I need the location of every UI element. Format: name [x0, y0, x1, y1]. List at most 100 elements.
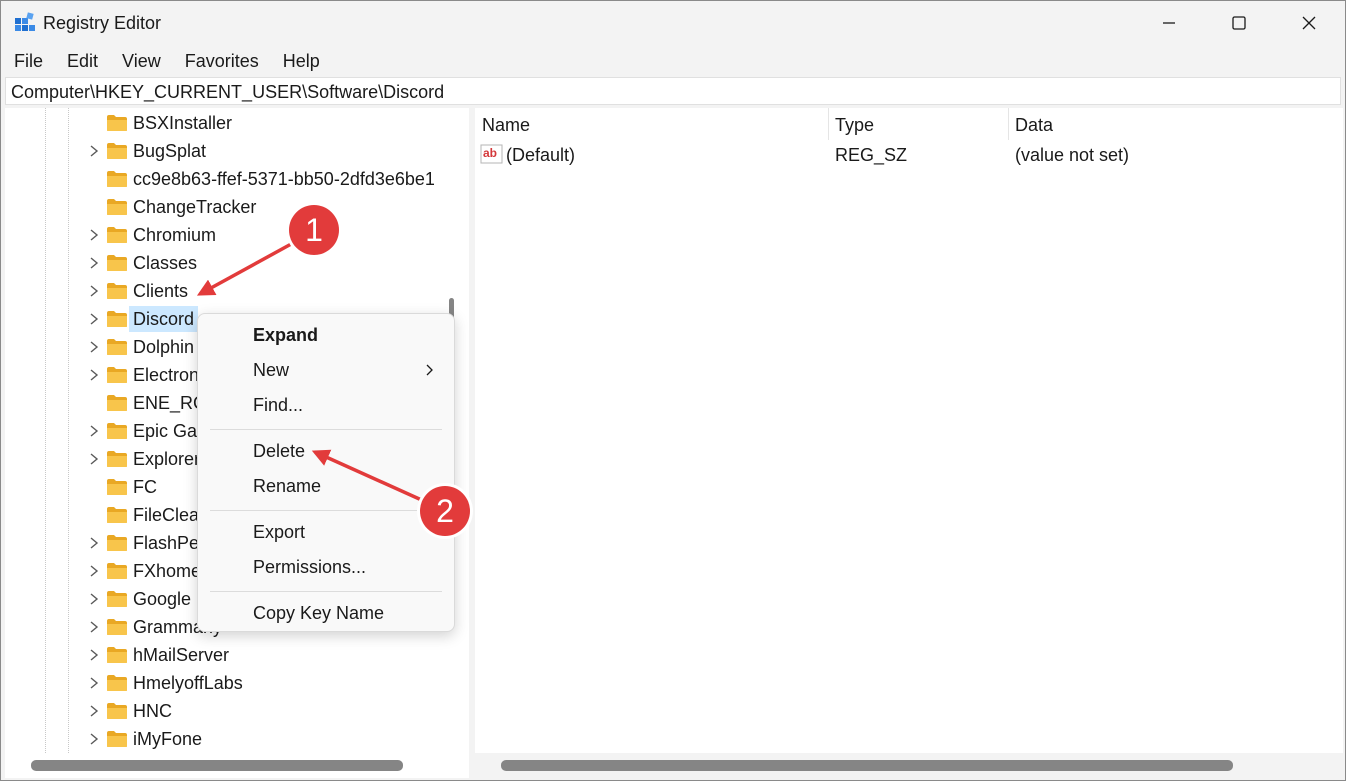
- tree-item[interactable]: HNC: [5, 697, 445, 725]
- menu-help[interactable]: Help: [271, 47, 332, 75]
- tree-item[interactable]: Clients: [5, 277, 445, 305]
- tree-item[interactable]: iMyFone: [5, 725, 445, 753]
- tree-item-label: Electron: [133, 365, 200, 385]
- menu-file[interactable]: File: [1, 47, 55, 75]
- context-menu-label: Export: [253, 522, 306, 542]
- chevron-right-icon[interactable]: [87, 562, 101, 580]
- folder-icon: [107, 143, 127, 159]
- context-menu-label: Find...: [253, 395, 304, 415]
- column-header-data[interactable]: Data: [1015, 114, 1053, 142]
- folder-icon: [107, 283, 127, 299]
- tree-item[interactable]: Chromium: [5, 221, 445, 249]
- chevron-right-icon[interactable]: [87, 702, 101, 720]
- context-menu-label: Copy Key Name: [253, 603, 385, 623]
- folder-icon: [107, 591, 127, 607]
- minimize-button[interactable]: [1134, 1, 1204, 45]
- tree-item-label: iMyFone: [133, 729, 203, 749]
- folder-icon: [107, 731, 127, 747]
- tree-item-label: Google: [133, 589, 192, 609]
- folder-icon: [107, 507, 127, 523]
- annotation-badge-1: 1: [289, 205, 339, 255]
- chevron-right-icon[interactable]: [87, 646, 101, 664]
- tree-item[interactable]: BSXInstaller: [5, 109, 445, 137]
- folder-icon: [107, 479, 127, 495]
- column-divider[interactable]: [828, 108, 829, 140]
- context-menu-separator: [210, 510, 442, 511]
- tree-item-label: Chromium: [133, 225, 217, 245]
- chevron-right-icon[interactable]: [87, 254, 101, 272]
- tree-item-label: Discord: [129, 306, 199, 332]
- context-menu-expand[interactable]: Expand: [198, 319, 454, 351]
- submenu-arrow-icon: [426, 364, 433, 376]
- tree-item-label: Classes: [133, 253, 198, 273]
- folder-icon: [107, 367, 127, 383]
- string-value-icon: ab: [480, 144, 503, 164]
- context-menu-copy-key-name[interactable]: Copy Key Name: [198, 597, 454, 629]
- tree-item-label: HNC: [133, 701, 172, 721]
- folder-icon: [107, 199, 127, 215]
- tree-item-label: BugSplat: [133, 141, 207, 161]
- context-menu-export[interactable]: Export: [198, 516, 454, 548]
- folder-icon: [107, 311, 127, 327]
- chevron-right-icon[interactable]: [87, 366, 101, 384]
- column-header-type[interactable]: Type: [835, 114, 874, 142]
- annotation-badge-2: 2: [420, 486, 470, 536]
- chevron-right-icon[interactable]: [87, 618, 101, 636]
- context-menu-new[interactable]: New: [198, 354, 454, 386]
- chevron-right-icon[interactable]: [87, 142, 101, 160]
- tree-item[interactable]: ChangeTracker: [5, 193, 445, 221]
- menu-edit[interactable]: Edit: [55, 47, 110, 75]
- folder-icon: [107, 227, 127, 243]
- values-list-pane[interactable]: Name Type Data ab (Default) REG_SZ (valu…: [475, 108, 1343, 778]
- column-divider[interactable]: [1008, 108, 1009, 140]
- context-menu-label: Delete: [253, 441, 306, 461]
- folder-icon: [107, 703, 127, 719]
- chevron-right-icon[interactable]: [87, 338, 101, 356]
- context-menu-rename[interactable]: Rename: [198, 470, 454, 502]
- chevron-right-icon[interactable]: [87, 282, 101, 300]
- tree-item[interactable]: Classes: [5, 249, 445, 277]
- value-data: (value not set): [1015, 145, 1130, 165]
- tree-item-label: hMailServer: [133, 645, 230, 665]
- context-menu-permissions[interactable]: Permissions...: [198, 551, 454, 583]
- context-menu: Expand New Find... Delete Rename Export Permis…: [197, 313, 455, 632]
- context-menu-find[interactable]: Find...: [198, 389, 454, 421]
- tree-horizontal-scrollbar[interactable]: [31, 760, 403, 771]
- tree-item-label: HmelyoffLabs: [133, 673, 243, 693]
- tree-item[interactable]: HmelyoffLabs: [5, 669, 445, 697]
- context-menu-label: Rename: [253, 476, 322, 496]
- window-title: Registry Editor: [43, 13, 162, 33]
- folder-icon: [107, 563, 127, 579]
- minimize-icon: [1163, 22, 1175, 24]
- close-button[interactable]: [1274, 1, 1344, 45]
- column-header-name[interactable]: Name: [482, 114, 530, 142]
- maximize-button[interactable]: [1204, 1, 1274, 45]
- chevron-right-icon[interactable]: [87, 422, 101, 440]
- title-bar[interactable]: Registry Editor: [1, 1, 1345, 45]
- tree-item[interactable]: cc9e8b63-ffef-5371-bb50-2dfd3e6be1: [5, 165, 445, 193]
- values-horizontal-scrollbar[interactable]: [501, 760, 1233, 771]
- registry-editor-app-icon: [15, 12, 35, 31]
- address-bar[interactable]: Computer\HKEY_CURRENT_USER\Software\Disc…: [5, 77, 1341, 105]
- chevron-right-icon[interactable]: [87, 674, 101, 692]
- chevron-right-icon[interactable]: [87, 730, 101, 748]
- chevron-right-icon[interactable]: [87, 534, 101, 552]
- value-name: (Default): [506, 145, 576, 165]
- menu-view[interactable]: View: [110, 47, 173, 75]
- chevron-right-icon[interactable]: [87, 226, 101, 244]
- folder-icon: [107, 115, 127, 131]
- menu-favorites[interactable]: Favorites: [173, 47, 271, 75]
- menu-bar: File Edit View Favorites Help: [1, 47, 332, 75]
- tree-item[interactable]: hMailServer: [5, 641, 445, 669]
- chevron-right-icon[interactable]: [87, 590, 101, 608]
- context-menu-separator: [210, 429, 442, 430]
- context-menu-label: Expand: [253, 325, 319, 345]
- tree-item[interactable]: BugSplat: [5, 137, 445, 165]
- chevron-right-icon[interactable]: [87, 310, 101, 328]
- chevron-right-icon[interactable]: [87, 450, 101, 468]
- context-menu-delete[interactable]: Delete: [198, 435, 454, 467]
- value-type: REG_SZ: [835, 145, 908, 165]
- tree-item-label: ChangeTracker: [133, 197, 257, 217]
- folder-icon: [107, 619, 127, 635]
- folder-icon: [107, 423, 127, 439]
